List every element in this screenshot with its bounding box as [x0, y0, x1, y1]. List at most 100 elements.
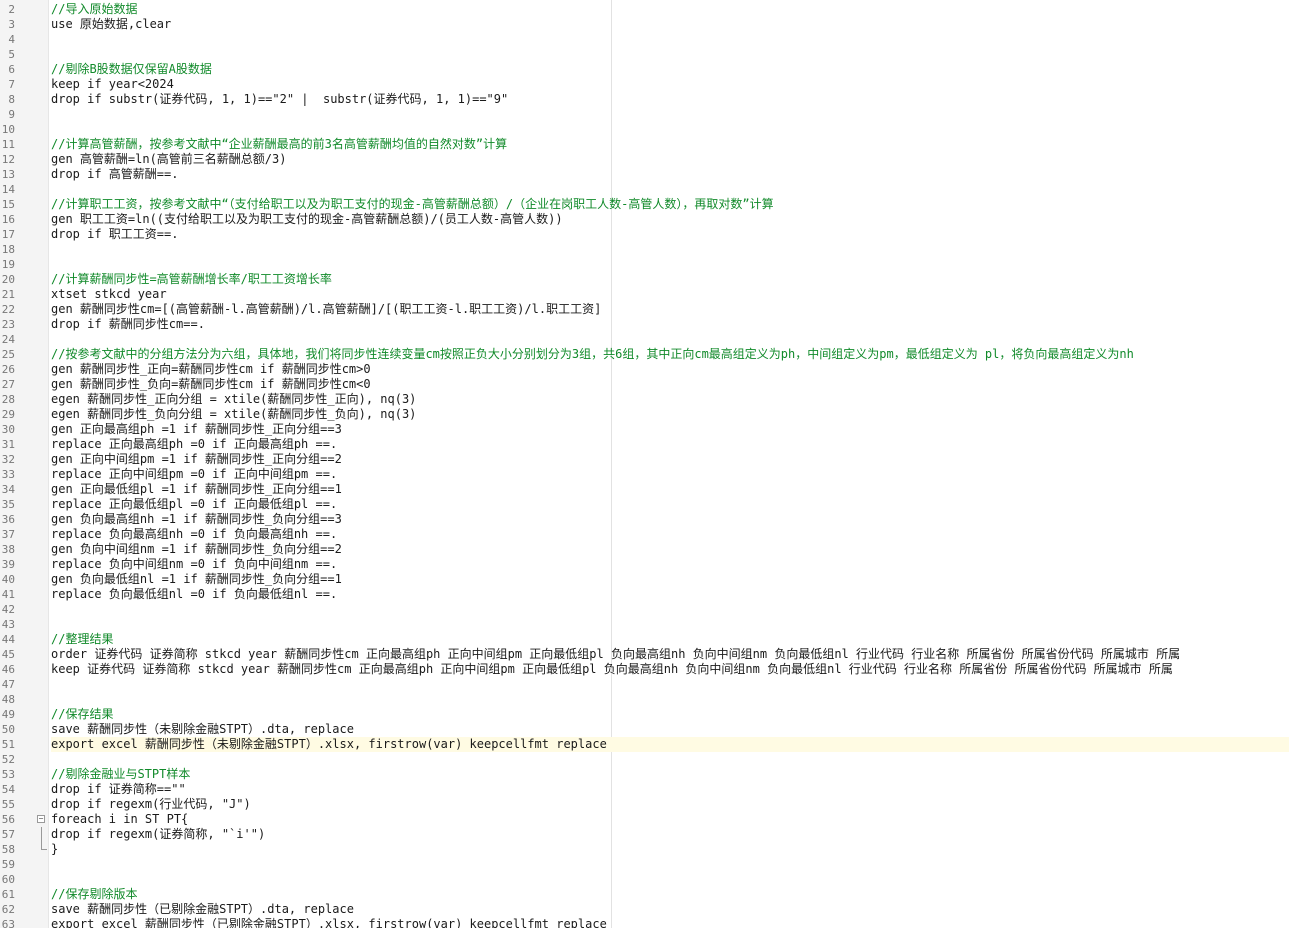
- code-text[interactable]: egen 薪酬同步性_负向分组 = xtile(薪酬同步性_负向), nq(3): [51, 407, 1289, 422]
- code-line[interactable]: 50 save 薪酬同步性（未剔除金融STPT）.dta, replace: [0, 722, 1289, 737]
- code-line[interactable]: 25 //按参考文献中的分组方法分为六组，具体地，我们将同步性连续变量cm按照正负…: [0, 347, 1289, 362]
- code-text[interactable]: }: [51, 842, 1289, 857]
- code-line[interactable]: 40 gen 负向最低组nl =1 if 薪酬同步性_负向分组==1: [0, 572, 1289, 587]
- code-line[interactable]: 45 order 证券代码 证券简称 stkcd year 薪酬同步性cm 正向最…: [0, 647, 1289, 662]
- code-line[interactable]: 30 gen 正向最高组ph =1 if 薪酬同步性_正向分组==3: [0, 422, 1289, 437]
- code-text[interactable]: replace 正向最高组ph =0 if 正向最高组ph ==.: [51, 437, 1289, 452]
- code-text[interactable]: drop if 薪酬同步性cm==.: [51, 317, 1289, 332]
- code-line[interactable]: 47: [0, 677, 1289, 692]
- code-line[interactable]: 63 export excel 薪酬同步性（已剔除金融STPT）.xlsx, fi…: [0, 917, 1289, 928]
- code-text[interactable]: gen 正向最低组pl =1 if 薪酬同步性_正向分组==1: [51, 482, 1289, 497]
- code-text[interactable]: [51, 257, 1289, 272]
- code-comment[interactable]: //计算高管薪酬，按参考文献中“企业薪酬最高的前3名高管薪酬均值的自然对数”计算: [51, 137, 1289, 152]
- code-text[interactable]: [51, 32, 1289, 47]
- code-text[interactable]: replace 正向最低组pl =0 if 正向最低组pl ==.: [51, 497, 1289, 512]
- code-line[interactable]: 51 export excel 薪酬同步性（未剔除金融STPT）.xlsx, fi…: [0, 737, 1289, 752]
- code-line[interactable]: 28 egen 薪酬同步性_正向分组 = xtile(薪酬同步性_正向), nq(…: [0, 392, 1289, 407]
- code-line[interactable]: 7 keep if year<2024: [0, 77, 1289, 92]
- code-line[interactable]: 56 − foreach i in ST PT{: [0, 812, 1289, 827]
- code-text[interactable]: [51, 692, 1289, 707]
- code-text[interactable]: [51, 857, 1289, 872]
- code-text[interactable]: gen 薪酬同步性cm=[(高管薪酬-l.高管薪酬)/l.高管薪酬]/[(职工工…: [51, 302, 1289, 317]
- code-line[interactable]: 34 gen 正向最低组pl =1 if 薪酬同步性_正向分组==1: [0, 482, 1289, 497]
- code-line[interactable]: 3 use 原始数据,clear: [0, 17, 1289, 32]
- code-line[interactable]: 26 gen 薪酬同步性_正向=薪酬同步性cm if 薪酬同步性cm>0: [0, 362, 1289, 377]
- code-line[interactable]: 15 //计算职工工资，按参考文献中“（支付给职工以及为职工支付的现金-高管薪酬总…: [0, 197, 1289, 212]
- code-line[interactable]: 4: [0, 32, 1289, 47]
- code-comment[interactable]: //导入原始数据: [51, 2, 1289, 17]
- code-line[interactable]: 23 drop if 薪酬同步性cm==.: [0, 317, 1289, 332]
- code-text[interactable]: replace 负向中间组nm =0 if 负向中间组nm ==.: [51, 557, 1289, 572]
- code-text[interactable]: gen 正向最高组ph =1 if 薪酬同步性_正向分组==3: [51, 422, 1289, 437]
- code-line[interactable]: 43: [0, 617, 1289, 632]
- code-line[interactable]: 38 gen 负向中间组nm =1 if 薪酬同步性_负向分组==2: [0, 542, 1289, 557]
- code-line[interactable]: 55 drop if regexm(行业代码, "J"): [0, 797, 1289, 812]
- code-line[interactable]: 20 //计算薪酬同步性=高管薪酬增长率/职工工资增长率: [0, 272, 1289, 287]
- code-text[interactable]: drop if regexm(行业代码, "J"): [51, 797, 1289, 812]
- code-text[interactable]: replace 正向中间组pm =0 if 正向中间组pm ==.: [51, 467, 1289, 482]
- code-text[interactable]: drop if substr(证券代码, 1, 1)=="2" | substr…: [51, 92, 1289, 107]
- code-comment[interactable]: //计算薪酬同步性=高管薪酬增长率/职工工资增长率: [51, 272, 1289, 287]
- code-text[interactable]: keep 证券代码 证券简称 stkcd year 薪酬同步性cm 正向最高组p…: [51, 662, 1289, 677]
- code-line[interactable]: 14: [0, 182, 1289, 197]
- code-text[interactable]: gen 负向中间组nm =1 if 薪酬同步性_负向分组==2: [51, 542, 1289, 557]
- code-line[interactable]: 31 replace 正向最高组ph =0 if 正向最高组ph ==.: [0, 437, 1289, 452]
- code-line[interactable]: 5: [0, 47, 1289, 62]
- code-line[interactable]: 8 drop if substr(证券代码, 1, 1)=="2" | subst…: [0, 92, 1289, 107]
- code-line[interactable]: 57 drop if regexm(证券简称, "`i'"): [0, 827, 1289, 842]
- code-comment[interactable]: //剔除金融业与STPT样本: [51, 767, 1289, 782]
- code-text[interactable]: export excel 薪酬同步性（未剔除金融STPT）.xlsx, firs…: [51, 737, 1289, 752]
- code-comment[interactable]: //保存剔除版本: [51, 887, 1289, 902]
- code-text[interactable]: gen 负向最高组nh =1 if 薪酬同步性_负向分组==3: [51, 512, 1289, 527]
- code-editor[interactable]: 2//导入原始数据 3 use 原始数据,clear 4 5 6//剔除B股数据仅保留A股…: [0, 0, 1289, 928]
- code-line[interactable]: 39 replace 负向中间组nm =0 if 负向中间组nm ==.: [0, 557, 1289, 572]
- code-text[interactable]: xtset stkcd year: [51, 287, 1289, 302]
- code-text[interactable]: foreach i in ST PT{: [51, 812, 1289, 827]
- code-line[interactable]: 18: [0, 242, 1289, 257]
- code-text[interactable]: drop if regexm(证券简称, "`i'"): [51, 827, 1289, 842]
- code-line[interactable]: 54 drop if 证券简称=="": [0, 782, 1289, 797]
- code-comment[interactable]: //整理结果: [51, 632, 1289, 647]
- code-text[interactable]: [51, 752, 1289, 767]
- code-line[interactable]: 48: [0, 692, 1289, 707]
- code-line[interactable]: 27 gen 薪酬同步性_负向=薪酬同步性cm if 薪酬同步性cm<0: [0, 377, 1289, 392]
- code-line[interactable]: 9: [0, 107, 1289, 122]
- code-line[interactable]: 53 //剔除金融业与STPT样本: [0, 767, 1289, 782]
- code-lines[interactable]: 2//导入原始数据 3 use 原始数据,clear 4 5 6//剔除B股数据仅保留A股…: [0, 2, 1289, 928]
- code-text[interactable]: [51, 332, 1289, 347]
- code-text[interactable]: [51, 677, 1289, 692]
- code-line[interactable]: 42: [0, 602, 1289, 617]
- code-text[interactable]: drop if 高管薪酬==.: [51, 167, 1289, 182]
- code-text[interactable]: [51, 182, 1289, 197]
- code-line[interactable]: 17 drop if 职工工资==.: [0, 227, 1289, 242]
- code-text[interactable]: gen 正向中间组pm =1 if 薪酬同步性_正向分组==2: [51, 452, 1289, 467]
- code-text[interactable]: [51, 122, 1289, 137]
- code-line[interactable]: 24: [0, 332, 1289, 347]
- code-text[interactable]: save 薪酬同步性（未剔除金融STPT）.dta, replace: [51, 722, 1289, 737]
- code-text[interactable]: [51, 872, 1289, 887]
- code-text[interactable]: keep if year<2024: [51, 77, 1289, 92]
- code-line[interactable]: 46 keep 证券代码 证券简称 stkcd year 薪酬同步性cm 正向最高…: [0, 662, 1289, 677]
- code-line[interactable]: 11 //计算高管薪酬，按参考文献中“企业薪酬最高的前3名高管薪酬均值的自然对数”…: [0, 137, 1289, 152]
- code-line[interactable]: 29 egen 薪酬同步性_负向分组 = xtile(薪酬同步性_负向), nq(…: [0, 407, 1289, 422]
- code-line[interactable]: 61 //保存剔除版本: [0, 887, 1289, 902]
- code-text[interactable]: use 原始数据,clear: [51, 17, 1289, 32]
- code-text[interactable]: [51, 47, 1289, 62]
- code-text[interactable]: [51, 617, 1289, 632]
- code-text[interactable]: gen 薪酬同步性_正向=薪酬同步性cm if 薪酬同步性cm>0: [51, 362, 1289, 377]
- code-text[interactable]: replace 负向最高组nh =0 if 负向最高组nh ==.: [51, 527, 1289, 542]
- code-text[interactable]: drop if 证券简称=="": [51, 782, 1289, 797]
- code-line[interactable]: 62 save 薪酬同步性（已剔除金融STPT）.dta, replace: [0, 902, 1289, 917]
- code-line[interactable]: 35 replace 正向最低组pl =0 if 正向最低组pl ==.: [0, 497, 1289, 512]
- code-line[interactable]: 41 replace 负向最低组nl =0 if 负向最低组nl ==.: [0, 587, 1289, 602]
- code-comment[interactable]: //保存结果: [51, 707, 1289, 722]
- code-line[interactable]: 52: [0, 752, 1289, 767]
- code-line[interactable]: 6 //剔除B股数据仅保留A股数据: [0, 62, 1289, 77]
- code-line[interactable]: 37 replace 负向最高组nh =0 if 负向最高组nh ==.: [0, 527, 1289, 542]
- code-comment[interactable]: //按参考文献中的分组方法分为六组，具体地，我们将同步性连续变量cm按照正负大小…: [51, 347, 1289, 362]
- code-line[interactable]: 22 gen 薪酬同步性cm=[(高管薪酬-l.高管薪酬)/l.高管薪酬]/[(职…: [0, 302, 1289, 317]
- code-text[interactable]: [51, 242, 1289, 257]
- code-text[interactable]: [51, 107, 1289, 122]
- code-text[interactable]: drop if 职工工资==.: [51, 227, 1289, 242]
- code-line[interactable]: 2 //导入原始数据: [0, 2, 1289, 17]
